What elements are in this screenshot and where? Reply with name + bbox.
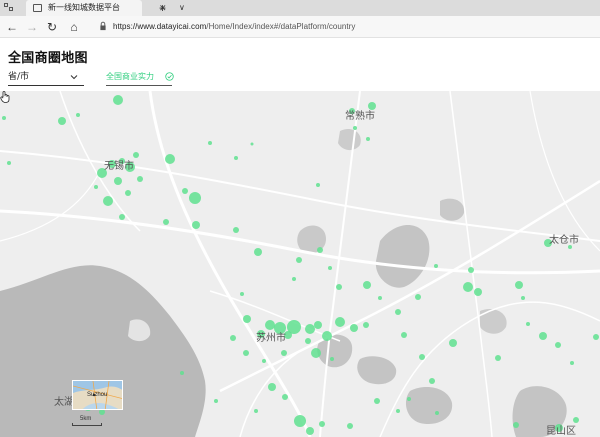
tab-list-button[interactable]: ∨ <box>179 2 185 14</box>
map-scale-bar <box>72 423 102 426</box>
browser-tab-active[interactable]: 新一线知城数据平台 ✕ <box>26 0 167 16</box>
hand-cursor-icon <box>0 91 10 103</box>
filter-tab-label: 全国商业实力 <box>106 72 154 81</box>
filter-tab-commercial-strength[interactable]: 全国商业实力 <box>106 71 174 86</box>
map-view[interactable]: 常熟市 无锡市 太仓市 苏州市 太湖 昆山区 Suzhou 5km <box>0 91 600 437</box>
map-label-suzhou: 苏州市 <box>256 333 286 344</box>
page-header: 全国商圈地图 省/市 全国商业实力 <box>0 39 600 91</box>
url-path: /Home/Index/index#/dataPlatform/country <box>206 22 356 31</box>
map-scale: 5km <box>72 416 102 426</box>
small-lake-changshu <box>338 128 361 151</box>
check-circle-icon <box>165 72 174 81</box>
page-favicon-icon <box>33 4 42 12</box>
address-bar-url[interactable]: https://www.datayicai.com/Home/Index/ind… <box>113 21 355 33</box>
map-label-taicang: 太仓市 <box>549 235 579 246</box>
tab-title: 新一线知城数据平台 <box>48 3 120 12</box>
back-button[interactable]: ← <box>4 19 20 35</box>
region-select-value: 省/市 <box>8 72 30 82</box>
new-tab-button[interactable]: + <box>159 0 166 16</box>
window-control-icon[interactable] <box>4 3 16 13</box>
small-lake-north <box>440 198 465 221</box>
refresh-button[interactable]: ↻ <box>44 19 60 35</box>
map-label-kunshan: 昆山区 <box>546 426 576 437</box>
map-scale-text: 5km <box>80 416 92 422</box>
map-label-changshu: 常熟市 <box>345 111 375 122</box>
map-label-wuxi: 无锡市 <box>104 161 134 172</box>
page-title: 全国商圈地图 <box>8 51 88 66</box>
browser-tab-strip: 新一线知城数据平台 ✕ + ∨ <box>0 0 600 16</box>
minimap-overview[interactable]: Suzhou <box>72 380 123 410</box>
lock-icon <box>100 21 106 31</box>
forward-button[interactable]: → <box>24 19 40 35</box>
browser-nav-bar: ← → ↻ ⌂ https://www.datayicai.com/Home/I… <box>0 16 600 38</box>
url-host: https://www.datayicai.com <box>113 22 207 31</box>
region-select[interactable]: 省/市 <box>8 71 84 86</box>
yangcheng-lake <box>375 224 430 288</box>
map-label-taihu: 太湖 <box>54 397 74 408</box>
minimap-city-label: Suzhou <box>87 392 108 398</box>
dushu-lake <box>357 356 397 385</box>
home-button[interactable]: ⌂ <box>66 19 82 35</box>
chevron-down-icon <box>70 75 78 80</box>
cheng-lake <box>405 387 453 425</box>
